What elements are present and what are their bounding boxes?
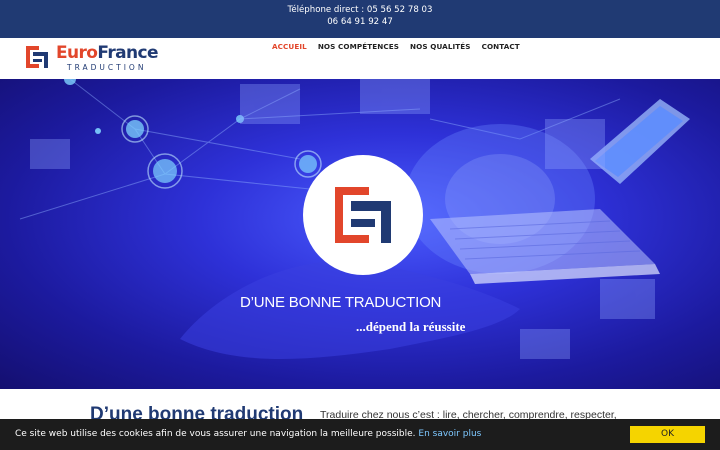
logo-subtitle: TRADUCTION <box>67 63 147 72</box>
eurofrance-emblem-icon <box>335 187 391 243</box>
eurofrance-logo-icon <box>26 46 48 68</box>
logo-euro: Euro <box>56 43 98 63</box>
cookie-message-line: Ce site web utilise des cookies afin de … <box>15 429 481 439</box>
hero-logo-circle <box>303 155 423 275</box>
hero-banner: D’UNE BONNE TRADUCTION ...dépend la réus… <box>0 79 720 389</box>
site-header: EuroFrance TRADUCTION ACCUEIL NOS COMPÉT… <box>0 38 720 79</box>
phone-direct: Téléphone direct : 05 56 52 78 03 <box>287 5 433 15</box>
nav-item-qualites[interactable]: NOS QUALITÉS <box>410 42 471 51</box>
nav-item-competences[interactable]: NOS COMPÉTENCES <box>318 42 399 51</box>
logo-france: France <box>97 43 158 63</box>
cookie-learn-more-link[interactable]: En savoir plus <box>418 429 481 439</box>
cookie-banner: Ce site web utilise des cookies afin de … <box>0 419 720 450</box>
cookie-message: Ce site web utilise des cookies afin de … <box>15 429 416 439</box>
page: Téléphone direct : 05 56 52 78 03 06 64 … <box>0 0 720 450</box>
top-contact-bar: Téléphone direct : 05 56 52 78 03 06 64 … <box>0 0 720 38</box>
nav-item-contact[interactable]: CONTACT <box>482 42 520 51</box>
nav-item-accueil[interactable]: ACCUEIL <box>272 42 307 51</box>
site-logo[interactable]: EuroFrance TRADUCTION <box>24 42 164 76</box>
hero-subtitle: ...dépend la réussite <box>356 319 466 334</box>
phone-mobile: 06 64 91 92 47 <box>327 16 393 27</box>
logo-wordmark: EuroFrance <box>56 42 158 64</box>
hero-title: D’UNE BONNE TRADUCTION <box>240 294 442 311</box>
cookie-ok-button[interactable]: OK <box>630 426 705 443</box>
main-nav: ACCUEIL NOS COMPÉTENCES NOS QUALITÉS CON… <box>272 42 520 51</box>
